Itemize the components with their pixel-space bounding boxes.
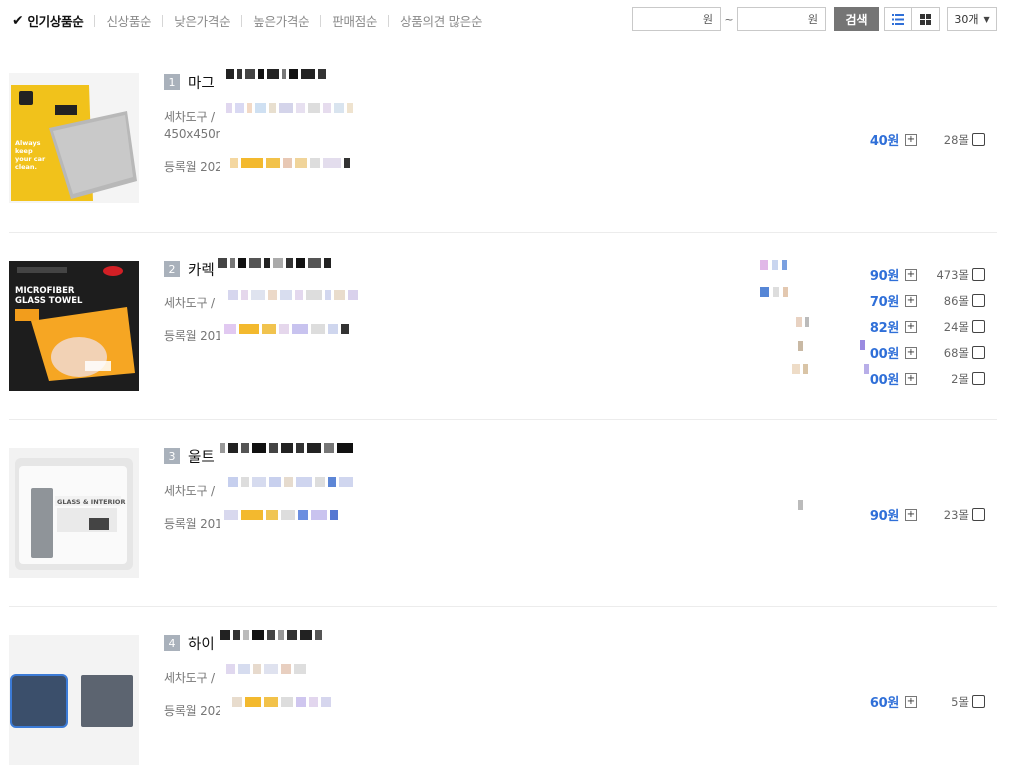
offer-line: 70원 + 86몰 bbox=[870, 291, 985, 310]
brand-slogan-text: keep bbox=[15, 147, 33, 155]
compare-checkbox[interactable] bbox=[972, 268, 985, 281]
brand-slogan-text: Always bbox=[15, 139, 41, 147]
product-category: 세차도구 / bbox=[164, 484, 215, 498]
rank-badge: 4 bbox=[164, 635, 180, 651]
price[interactable]: 90원 bbox=[870, 265, 899, 284]
towel-image: Always keep your car clean. bbox=[9, 73, 139, 203]
offer-line: 90원 + 23몰 bbox=[870, 505, 985, 524]
redacted-text bbox=[220, 630, 322, 640]
redacted-text bbox=[798, 500, 803, 510]
offer-line: 40원 + 28몰 bbox=[870, 130, 985, 149]
package-title: MICROFIBER bbox=[15, 286, 75, 296]
redacted-text bbox=[228, 290, 358, 300]
mall-count[interactable]: 86몰 bbox=[921, 293, 969, 309]
price[interactable]: 00원 bbox=[870, 343, 899, 362]
plus-icon[interactable]: + bbox=[905, 508, 917, 521]
redacted-text bbox=[230, 158, 350, 168]
redacted-text bbox=[220, 443, 353, 453]
rank-badge: 2 bbox=[164, 261, 180, 277]
product-spec: 450x450m bbox=[164, 127, 227, 141]
row-divider bbox=[9, 232, 997, 233]
row-divider bbox=[9, 606, 997, 607]
product-name[interactable]: 마그 bbox=[188, 72, 215, 93]
register-date: 등록월 202 bbox=[164, 704, 223, 718]
towel-image: GLASS & INTERIOR bbox=[9, 448, 139, 578]
product-thumbnail[interactable]: MICROFIBER GLASS TOWEL bbox=[9, 261, 139, 391]
plus-icon[interactable]: + bbox=[905, 372, 917, 385]
product-category: 세차도구 / bbox=[164, 110, 215, 124]
price[interactable]: 82원 bbox=[870, 317, 899, 336]
package-title: GLASS TOWEL bbox=[15, 296, 83, 306]
plus-icon[interactable]: + bbox=[905, 268, 917, 281]
mall-count[interactable]: 2몰 bbox=[921, 371, 969, 387]
product-name[interactable]: 울트 bbox=[188, 446, 215, 467]
plus-icon[interactable]: + bbox=[905, 133, 917, 146]
redacted-text bbox=[232, 697, 331, 707]
brand-slogan-text: clean. bbox=[15, 163, 37, 171]
register-date: 등록월 201 bbox=[164, 329, 223, 343]
redacted-text bbox=[760, 260, 787, 270]
towel-image bbox=[9, 635, 139, 765]
mall-count[interactable]: 23몰 bbox=[921, 507, 969, 523]
compare-checkbox[interactable] bbox=[972, 372, 985, 385]
package-title: GLASS & INTERIOR bbox=[57, 498, 125, 506]
compare-checkbox[interactable] bbox=[972, 133, 985, 146]
redacted-text bbox=[796, 317, 809, 327]
redacted-text bbox=[226, 69, 326, 79]
redacted-text bbox=[226, 103, 353, 113]
brand-slogan-text: your car bbox=[15, 155, 46, 163]
plus-icon[interactable]: + bbox=[905, 346, 917, 359]
price[interactable]: 00원 bbox=[870, 369, 899, 388]
product-list: Always keep your car clean. 1 마그 세차도구 / … bbox=[0, 0, 997, 780]
compare-checkbox[interactable] bbox=[972, 508, 985, 521]
offer-line: 00원 + 2몰 bbox=[870, 369, 985, 388]
price[interactable]: 70원 bbox=[870, 291, 899, 310]
redacted-text bbox=[792, 364, 808, 374]
product-category: 세차도구 / bbox=[164, 671, 215, 685]
offer-line: 90원 + 473몰 bbox=[870, 265, 985, 284]
product-thumbnail[interactable]: Always keep your car clean. bbox=[9, 73, 139, 203]
redacted-text bbox=[798, 341, 803, 351]
redacted-text bbox=[224, 324, 349, 334]
row-divider bbox=[9, 419, 997, 420]
product-name[interactable]: 하이 bbox=[188, 633, 215, 654]
redaction-area bbox=[220, 661, 884, 771]
redacted-text bbox=[218, 258, 331, 268]
plus-icon[interactable]: + bbox=[905, 695, 917, 708]
mall-count[interactable]: 68몰 bbox=[921, 345, 969, 361]
offer-line: 60원 + 5몰 bbox=[870, 692, 985, 711]
price[interactable]: 90원 bbox=[870, 505, 899, 524]
mall-count[interactable]: 28몰 bbox=[921, 132, 969, 148]
product-name[interactable]: 카렉 bbox=[188, 259, 215, 280]
offer-line: 82원 + 24몰 bbox=[870, 317, 985, 336]
rank-badge: 3 bbox=[164, 448, 180, 464]
redacted-text bbox=[226, 664, 306, 674]
plus-icon[interactable]: + bbox=[905, 294, 917, 307]
plus-icon[interactable]: + bbox=[905, 320, 917, 333]
redacted-text bbox=[864, 364, 869, 374]
offer-line: 00원 + 68몰 bbox=[870, 343, 985, 362]
compare-checkbox[interactable] bbox=[972, 294, 985, 307]
mall-count[interactable]: 24몰 bbox=[921, 319, 969, 335]
product-thumbnail[interactable] bbox=[9, 635, 139, 765]
compare-checkbox[interactable] bbox=[972, 695, 985, 708]
register-date: 등록월 202 bbox=[164, 160, 223, 174]
register-date: 등록월 201 bbox=[164, 517, 223, 531]
redacted-text bbox=[224, 510, 338, 520]
redaction-area bbox=[220, 474, 884, 604]
product-thumbnail[interactable]: GLASS & INTERIOR bbox=[9, 448, 139, 578]
mall-count[interactable]: 473몰 bbox=[921, 267, 969, 283]
towel-image: MICROFIBER GLASS TOWEL bbox=[9, 261, 139, 391]
rank-badge: 1 bbox=[164, 74, 180, 90]
price[interactable]: 40원 bbox=[870, 130, 899, 149]
mall-count[interactable]: 5몰 bbox=[921, 694, 969, 710]
redaction-area bbox=[220, 288, 884, 408]
redacted-text bbox=[760, 287, 788, 297]
redacted-text bbox=[228, 477, 353, 487]
price[interactable]: 60원 bbox=[870, 692, 899, 711]
compare-checkbox[interactable] bbox=[972, 320, 985, 333]
product-category: 세차도구 / bbox=[164, 296, 215, 310]
redacted-text bbox=[860, 340, 865, 350]
compare-checkbox[interactable] bbox=[972, 346, 985, 359]
